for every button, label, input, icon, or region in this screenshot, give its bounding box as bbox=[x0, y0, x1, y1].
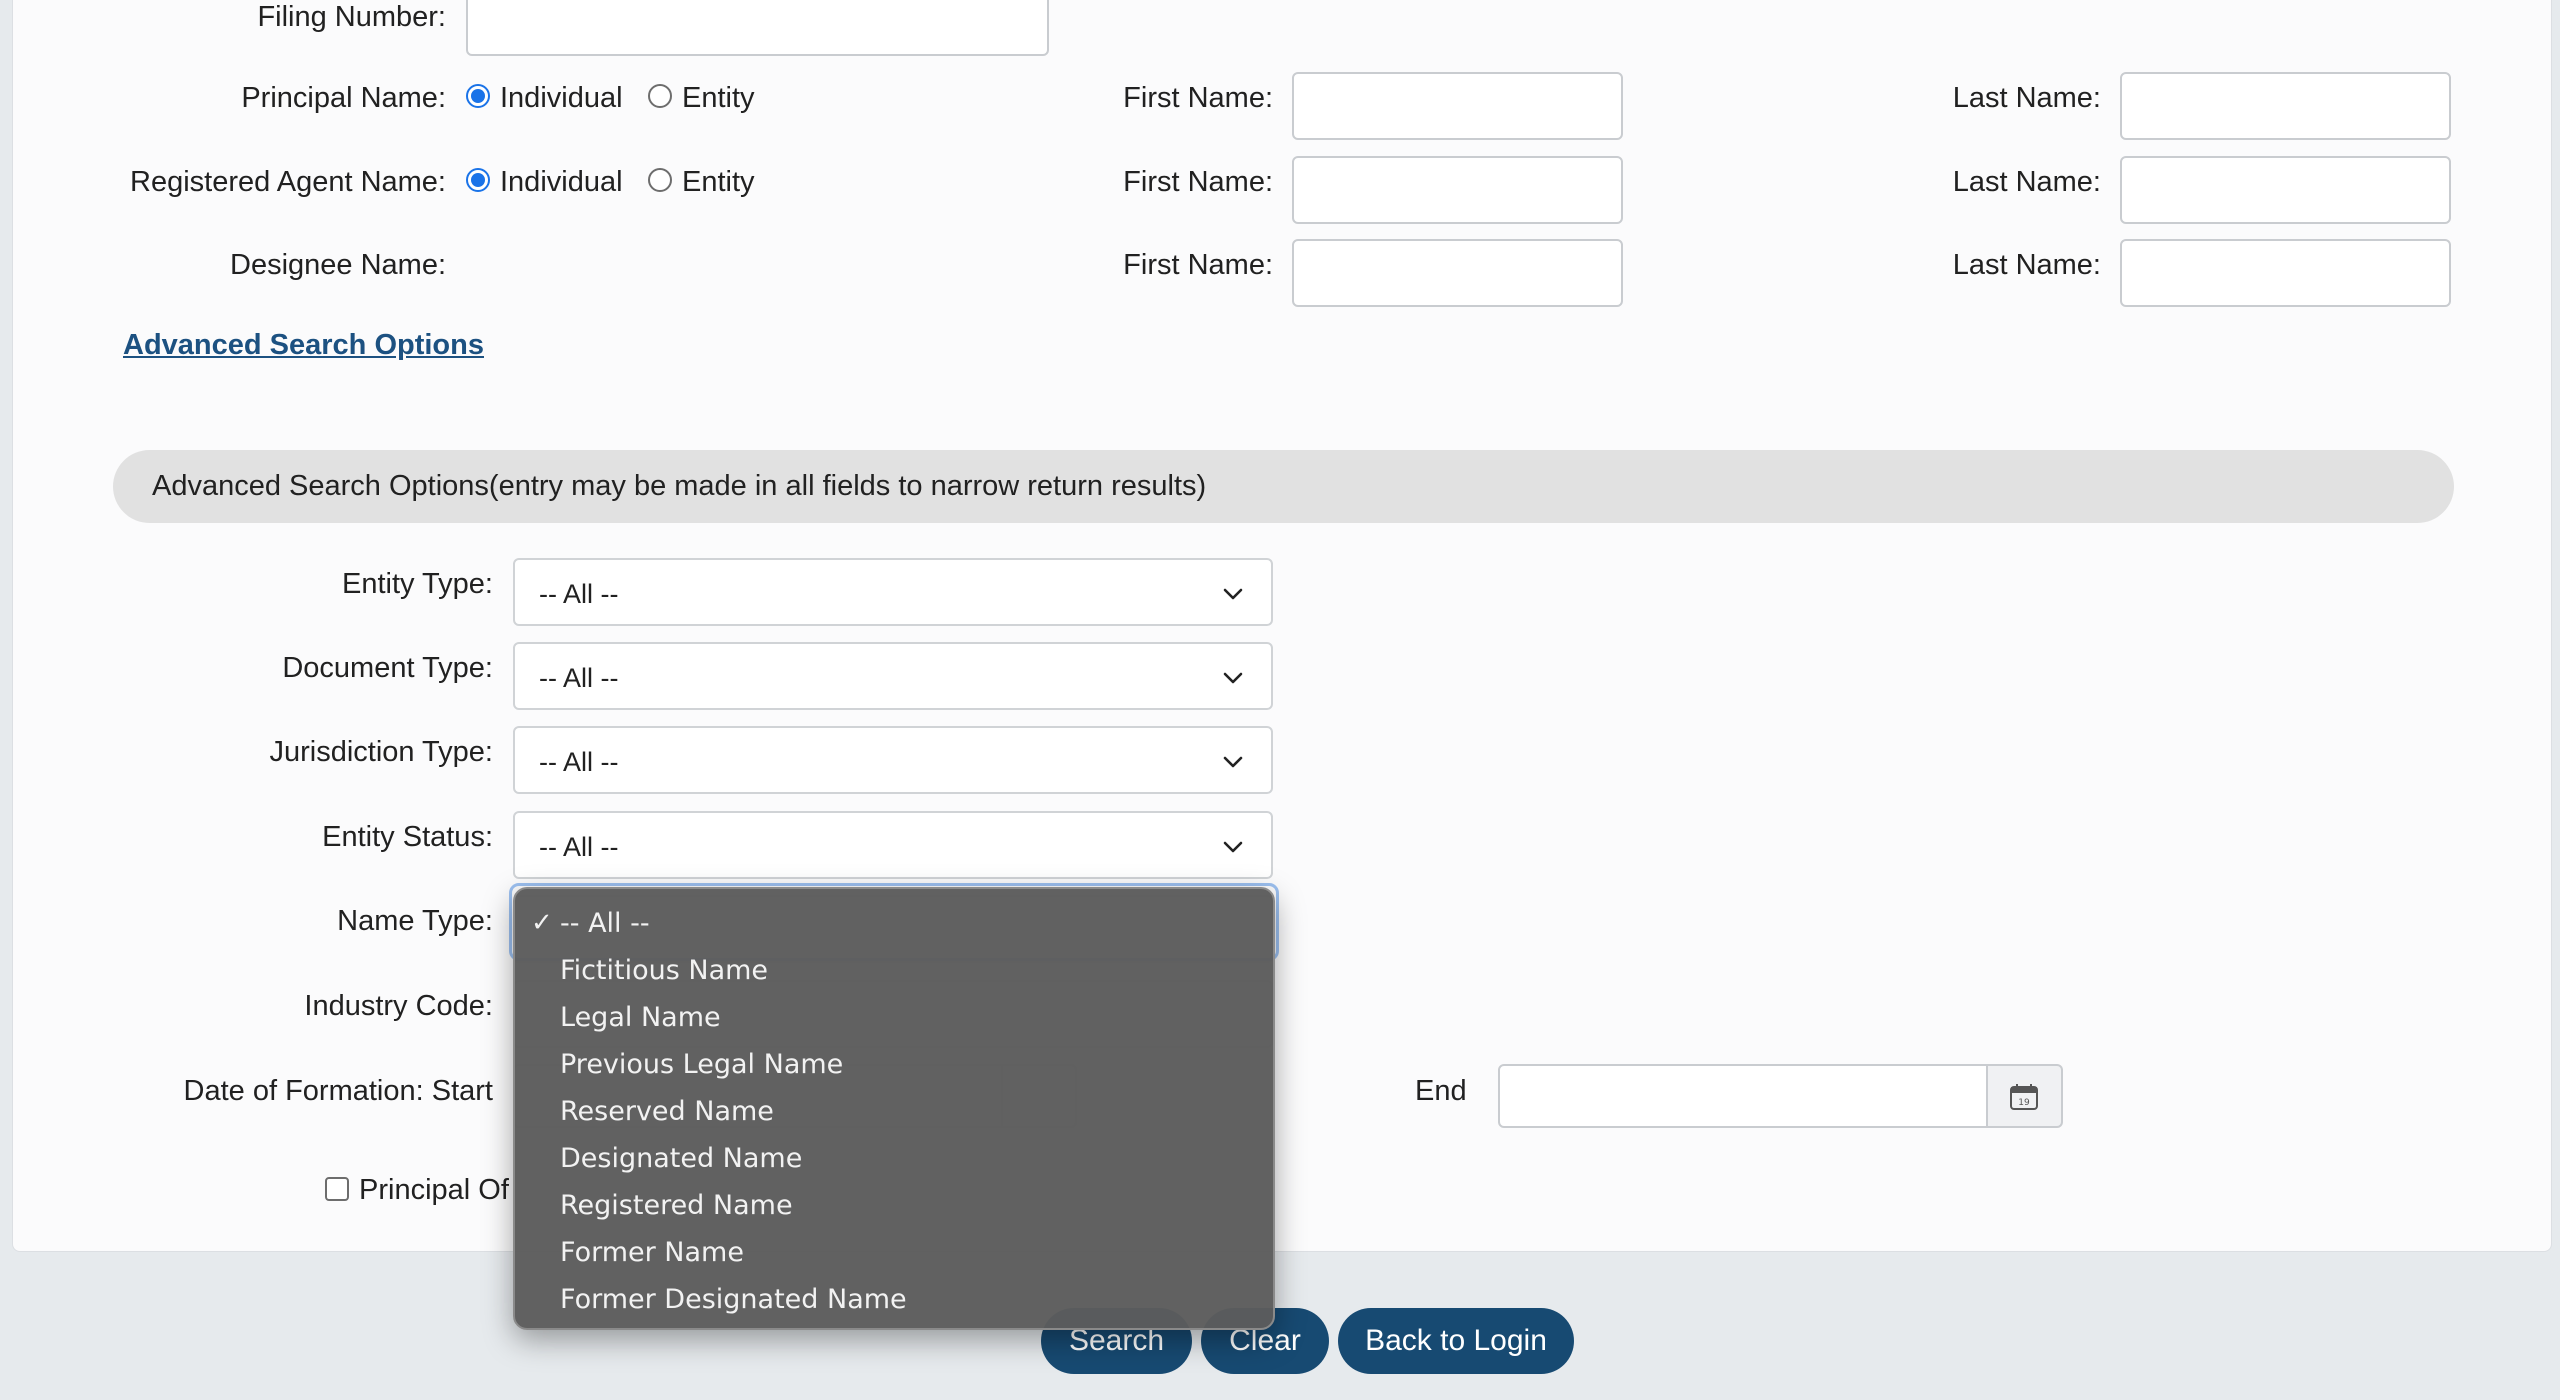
jurisdiction-type-value: -- All -- bbox=[539, 747, 619, 777]
name-type-label: Name Type: bbox=[337, 905, 493, 937]
principal-name-label: Principal Name: bbox=[241, 82, 446, 114]
designee-last-name-input[interactable] bbox=[2120, 239, 2451, 307]
name-type-dropdown-menu[interactable]: ✓ -- All -- Fictitious Name Legal Name P… bbox=[513, 887, 1275, 1330]
industry-code-label: Industry Code: bbox=[304, 990, 493, 1022]
principal-first-name-label: First Name: bbox=[1123, 82, 1273, 114]
entity-status-select[interactable]: -- All -- bbox=[513, 811, 1273, 879]
filing-number-input[interactable] bbox=[466, 0, 1049, 56]
name-type-option-former[interactable]: Former Name bbox=[515, 1229, 1273, 1276]
date-formation-start-label: Date of Formation: Start bbox=[183, 1075, 493, 1107]
name-type-option-all[interactable]: ✓ -- All -- bbox=[515, 900, 1273, 947]
calendar-icon: 19 bbox=[2010, 1084, 2038, 1110]
designee-first-name-label: First Name: bbox=[1123, 249, 1273, 281]
chevron-down-icon bbox=[1223, 588, 1243, 600]
principal-office-checkbox[interactable] bbox=[325, 1177, 349, 1201]
back-to-login-button[interactable]: Back to Login bbox=[1338, 1308, 1574, 1374]
name-type-option-previous-legal[interactable]: Previous Legal Name bbox=[515, 1041, 1273, 1088]
chevron-down-icon bbox=[1223, 841, 1243, 853]
entity-status-value: -- All -- bbox=[539, 832, 619, 862]
entity-type-select[interactable]: -- All -- bbox=[513, 558, 1273, 626]
svg-text:19: 19 bbox=[2018, 1098, 2030, 1108]
name-type-option-former-designated[interactable]: Former Designated Name bbox=[515, 1276, 1273, 1323]
advanced-section-header: Advanced Search Options(entry may be mad… bbox=[113, 450, 2454, 523]
agent-individual-radio[interactable] bbox=[466, 168, 490, 192]
checkmark-icon: ✓ bbox=[531, 908, 553, 938]
principal-individual-radio[interactable] bbox=[466, 84, 490, 108]
registered-agent-label: Registered Agent Name: bbox=[130, 166, 446, 198]
agent-first-name-input[interactable] bbox=[1292, 156, 1623, 224]
chevron-down-icon bbox=[1223, 672, 1243, 684]
date-formation-end-label: End bbox=[1415, 1075, 1467, 1107]
principal-first-name-input[interactable] bbox=[1292, 72, 1623, 140]
advanced-section-title: Advanced Search Options(entry may be mad… bbox=[152, 470, 1207, 502]
entity-type-label: Entity Type: bbox=[342, 568, 493, 600]
jurisdiction-type-select[interactable]: -- All -- bbox=[513, 726, 1273, 794]
principal-office-label: Principal Of bbox=[359, 1174, 509, 1206]
entity-status-label: Entity Status: bbox=[322, 821, 493, 853]
name-type-option-legal[interactable]: Legal Name bbox=[515, 994, 1273, 1041]
principal-last-name-label: Last Name: bbox=[1952, 82, 2101, 114]
agent-entity-radio[interactable] bbox=[648, 168, 672, 192]
designee-first-name-input[interactable] bbox=[1292, 239, 1623, 307]
agent-first-name-label: First Name: bbox=[1123, 166, 1273, 198]
jurisdiction-type-label: Jurisdiction Type: bbox=[269, 736, 493, 768]
designee-name-label: Designee Name: bbox=[230, 249, 446, 281]
designee-last-name-label: Last Name: bbox=[1952, 249, 2101, 281]
date-end-input[interactable] bbox=[1498, 1064, 1988, 1128]
name-type-option-reserved[interactable]: Reserved Name bbox=[515, 1088, 1273, 1135]
document-type-value: -- All -- bbox=[539, 663, 619, 693]
document-type-select[interactable]: -- All -- bbox=[513, 642, 1273, 710]
document-type-label: Document Type: bbox=[282, 652, 493, 684]
name-type-option-registered[interactable]: Registered Name bbox=[515, 1182, 1273, 1229]
chevron-down-icon bbox=[1223, 756, 1243, 768]
date-end-calendar-button[interactable]: 19 bbox=[1988, 1064, 2063, 1128]
agent-last-name-input[interactable] bbox=[2120, 156, 2451, 224]
name-type-option-fictitious[interactable]: Fictitious Name bbox=[515, 947, 1273, 994]
filing-number-label: Filing Number: bbox=[257, 1, 446, 33]
principal-entity-radio[interactable] bbox=[648, 84, 672, 108]
principal-individual-label: Individual bbox=[500, 82, 623, 114]
principal-last-name-input[interactable] bbox=[2120, 72, 2451, 140]
agent-last-name-label: Last Name: bbox=[1952, 166, 2101, 198]
advanced-search-link[interactable]: Advanced Search Options bbox=[123, 328, 484, 362]
agent-individual-label: Individual bbox=[500, 166, 623, 198]
principal-entity-label: Entity bbox=[682, 82, 755, 114]
agent-entity-label: Entity bbox=[682, 166, 755, 198]
name-type-option-designated[interactable]: Designated Name bbox=[515, 1135, 1273, 1182]
entity-type-value: -- All -- bbox=[539, 579, 619, 609]
